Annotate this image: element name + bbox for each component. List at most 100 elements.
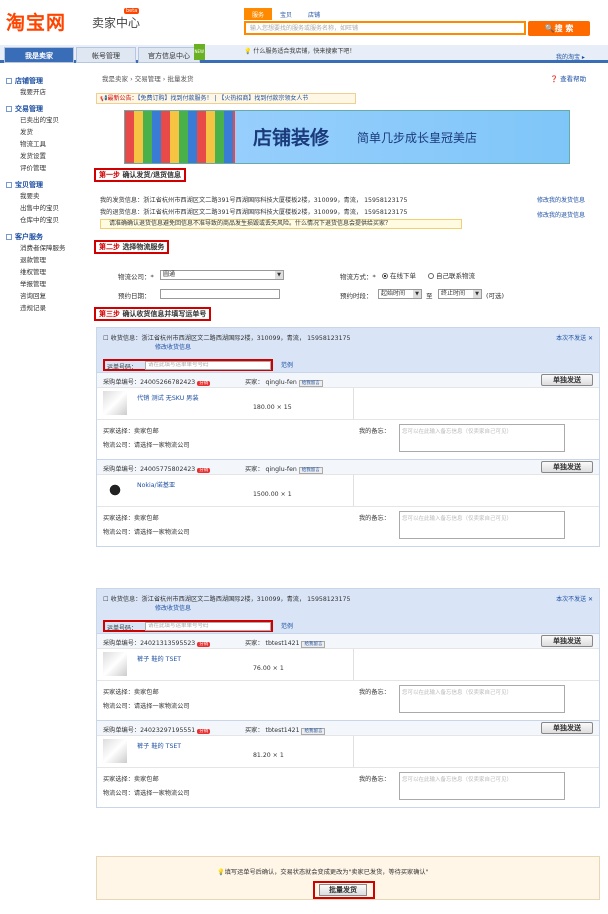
memo-textarea[interactable]: 您可以在此输入备忘信息（仅卖家自己可见） bbox=[399, 511, 565, 539]
notice-link[interactable]: 【免费订购】找到付款服务！ | 【火热招商】找到付款宗领女人节 bbox=[138, 95, 309, 102]
wangwang-button[interactable]: 给我留言 bbox=[301, 641, 326, 648]
sidebar-item[interactable]: 举报管理 bbox=[4, 278, 82, 290]
wangwang-button[interactable]: 给我留言 bbox=[298, 467, 323, 474]
sidebar-item[interactable]: 评价管理 bbox=[4, 162, 82, 174]
divider bbox=[353, 475, 354, 507]
purchase-id: 采购单编号：24023297195551 分销 bbox=[103, 725, 211, 734]
item-header: 采购单编号：24005775802423 分销 买家： qinglu-fen 给我留… bbox=[97, 460, 599, 474]
seller-center-title: 卖家中心 bbox=[92, 16, 141, 30]
end-time-select[interactable]: 终止时间 ▼ bbox=[438, 289, 482, 299]
purchase-id-text: 采购单编号：24005266782423 bbox=[103, 379, 196, 386]
return-address: 我的退货信息：浙江省杭州市西湖区文二路391号西湖国际科技大厦楼板2楼，3100… bbox=[100, 209, 408, 216]
item-header: 采购单编号：24021313595523 分销 买家： tbtest1421 给我留… bbox=[97, 634, 599, 648]
sidebar-item[interactable]: 物流工具 bbox=[4, 138, 82, 150]
product-thumbnail[interactable] bbox=[103, 391, 127, 415]
sidebar-item[interactable]: 维权管理 bbox=[4, 266, 82, 278]
tab-account[interactable]: 帐号管理 bbox=[76, 47, 136, 63]
nav-hint[interactable]: 💡 什么服务适合我店铺，快来搜索下吧！ bbox=[244, 46, 355, 55]
search-tab-item[interactable]: 宝贝 bbox=[272, 8, 300, 20]
start-time-select[interactable]: 起始时间 ▼ bbox=[378, 289, 422, 299]
edit-return-link[interactable]: 修改我的退货信息 bbox=[537, 210, 585, 219]
sidebar-item[interactable]: 我要卖 bbox=[4, 190, 82, 202]
buyer-choice: 买家选择：卖家包邮 bbox=[103, 515, 159, 522]
checkbox-icon[interactable]: ☐ bbox=[103, 335, 109, 342]
tracking-input[interactable]: 请在此填写运单单号号码 bbox=[145, 361, 271, 370]
sidebar-section-title[interactable]: 宝贝管理 bbox=[4, 180, 82, 190]
buyer-name[interactable]: 买家： qinglu-fen bbox=[245, 466, 297, 473]
batch-footer: 💡填写运单号后确认，交易状态就会变成更改为"卖家已发货，等待买家确认" 批量发货 bbox=[96, 856, 600, 900]
edit-ship-link[interactable]: 修改我的发货信息 bbox=[537, 195, 585, 204]
sidebar-item[interactable]: 仓库中的宝贝 bbox=[4, 214, 82, 226]
tracking-highlight: 运单号码： 请在此填写运单单号号码 bbox=[103, 359, 273, 371]
no-send-link[interactable]: 本次不发送 ✕ bbox=[556, 333, 593, 342]
tracking-input[interactable]: 请在此填写运单单号号码 bbox=[145, 622, 271, 631]
example-link[interactable]: 范例 bbox=[281, 621, 293, 630]
mode-self-label: 自己联系物流 bbox=[436, 272, 475, 280]
item-header: 采购单编号：24005266782423 分销 买家： qinglu-fen 给我留… bbox=[97, 373, 599, 387]
product-link[interactable]: 裤子 鞋的 TSET bbox=[137, 654, 181, 663]
sidebar-item[interactable]: 发货设置 bbox=[4, 150, 82, 162]
tab-seller[interactable]: 我是卖家 bbox=[4, 47, 74, 63]
purchase-id-text: 采购单编号：24005775802423 bbox=[103, 466, 196, 473]
sidebar-item[interactable]: 发货 bbox=[4, 126, 82, 138]
tab-official-info[interactable]: 官方信息中心 NEW bbox=[138, 44, 205, 63]
search-input[interactable]: 输入您想要找的服务或服务名称，如旺铺 bbox=[244, 21, 526, 35]
memo-textarea[interactable]: 您可以在此输入备忘信息（仅卖家自己可见） bbox=[399, 424, 565, 452]
sidebar-section-title[interactable]: 客户服务 bbox=[4, 232, 82, 242]
product-link[interactable]: 代销 测试 无SKU 男装 bbox=[137, 393, 199, 402]
single-send-button[interactable]: 单独发送 bbox=[541, 722, 593, 734]
item-header: 采购单编号：24023297195551 分销 买家： tbtest1421 给我留… bbox=[97, 721, 599, 735]
my-taobao-link[interactable]: 我的淘宝 ▸ bbox=[556, 52, 585, 61]
wangwang-button[interactable]: 给我留言 bbox=[298, 380, 323, 387]
logistics-company: 物流公司：请选择一家物流公司 bbox=[103, 703, 190, 710]
no-send-link[interactable]: 本次不发送 ✕ bbox=[556, 594, 593, 603]
product-thumbnail[interactable] bbox=[103, 652, 127, 676]
order-group: ☐ 收货信息：浙江省杭州市西湖区文二路西湖国际2楼，310099，青流， 159… bbox=[96, 327, 600, 547]
mode-online-radio[interactable]: 在线下单 bbox=[382, 270, 416, 280]
tracking-row: 运单号码： 请在此填写运单单号号码 范例 bbox=[97, 358, 599, 372]
checkbox-icon[interactable]: ☐ bbox=[103, 596, 109, 603]
memo-textarea[interactable]: 您可以在此输入备忘信息（仅卖家自己可见） bbox=[399, 685, 565, 713]
search-button[interactable]: 🔍搜 索 bbox=[528, 21, 590, 36]
sidebar-item[interactable]: 违规记录 bbox=[4, 302, 82, 314]
sidebar-item[interactable]: 消费者保障服务 bbox=[4, 242, 82, 254]
to-label: 至 bbox=[426, 292, 433, 300]
company-select[interactable]: 圆通 ▼ bbox=[160, 270, 284, 280]
sidebar-item[interactable]: 已卖出的宝贝 bbox=[4, 114, 82, 126]
edit-recv-link[interactable]: 修改收货信息 bbox=[155, 342, 191, 351]
purchase-id: 采购单编号：24005775802423 分销 bbox=[103, 464, 211, 473]
single-send-button[interactable]: 单独发送 bbox=[541, 461, 593, 473]
divider bbox=[353, 388, 354, 420]
sidebar-item[interactable]: 我要开店 bbox=[4, 86, 82, 98]
sidebar-section-title[interactable]: 店铺管理 bbox=[4, 76, 82, 86]
memo-textarea[interactable]: 您可以在此输入备忘信息（仅卖家自己可见） bbox=[399, 772, 565, 800]
product-link[interactable]: Nokia/诺基亚 bbox=[137, 480, 175, 489]
date-input[interactable] bbox=[160, 289, 280, 299]
sidebar-item[interactable]: 出售中的宝贝 bbox=[4, 202, 82, 214]
buyer-name[interactable]: 买家： tbtest1421 bbox=[245, 640, 300, 647]
step1-num: 第一步 bbox=[99, 171, 120, 179]
example-link[interactable]: 范例 bbox=[281, 360, 293, 369]
search-tab-shop[interactable]: 店铺 bbox=[300, 8, 328, 20]
notice-bar: 📢最新公告：【免费订购】找到付款服务！ | 【火热招商】找到付款宗领女人节 bbox=[96, 93, 356, 104]
search-tab-service[interactable]: 服务 bbox=[244, 8, 273, 20]
buyer-name[interactable]: 买家： qinglu-fen bbox=[245, 379, 297, 386]
product-thumbnail[interactable] bbox=[103, 478, 127, 502]
single-send-button[interactable]: 单独发送 bbox=[541, 635, 593, 647]
taobao-logo[interactable]: 淘宝网 bbox=[6, 8, 66, 35]
mode-self-radio[interactable]: 自己联系物流 bbox=[428, 270, 475, 280]
sidebar-item[interactable]: 咨询回复 bbox=[4, 290, 82, 302]
decoration-banner[interactable]: 店铺装修 简单几步成长皇冠美店 bbox=[124, 110, 570, 164]
help-link[interactable]: ❓ 查看帮助 bbox=[550, 73, 586, 83]
single-send-button[interactable]: 单独发送 bbox=[541, 374, 593, 386]
product-link[interactable]: 裤子 鞋的 TSET bbox=[137, 741, 181, 750]
sidebar-section-title[interactable]: 交易管理 bbox=[4, 104, 82, 114]
wangwang-button[interactable]: 给我留言 bbox=[301, 728, 326, 735]
buyer-name[interactable]: 买家： tbtest1421 bbox=[245, 727, 300, 734]
sidebar-item[interactable]: 退款管理 bbox=[4, 254, 82, 266]
sidebar-section-label: 交易管理 bbox=[15, 105, 43, 113]
buyer-choice-row: 买家选择：卖家包邮 物流公司：请选择一家物流公司 我的备忘： 您可以在此输入备忘信息（… bbox=[97, 767, 599, 807]
batch-send-button[interactable]: 批量发货 bbox=[319, 884, 367, 896]
product-thumbnail[interactable] bbox=[103, 739, 127, 763]
edit-recv-link[interactable]: 修改收货信息 bbox=[155, 603, 191, 612]
